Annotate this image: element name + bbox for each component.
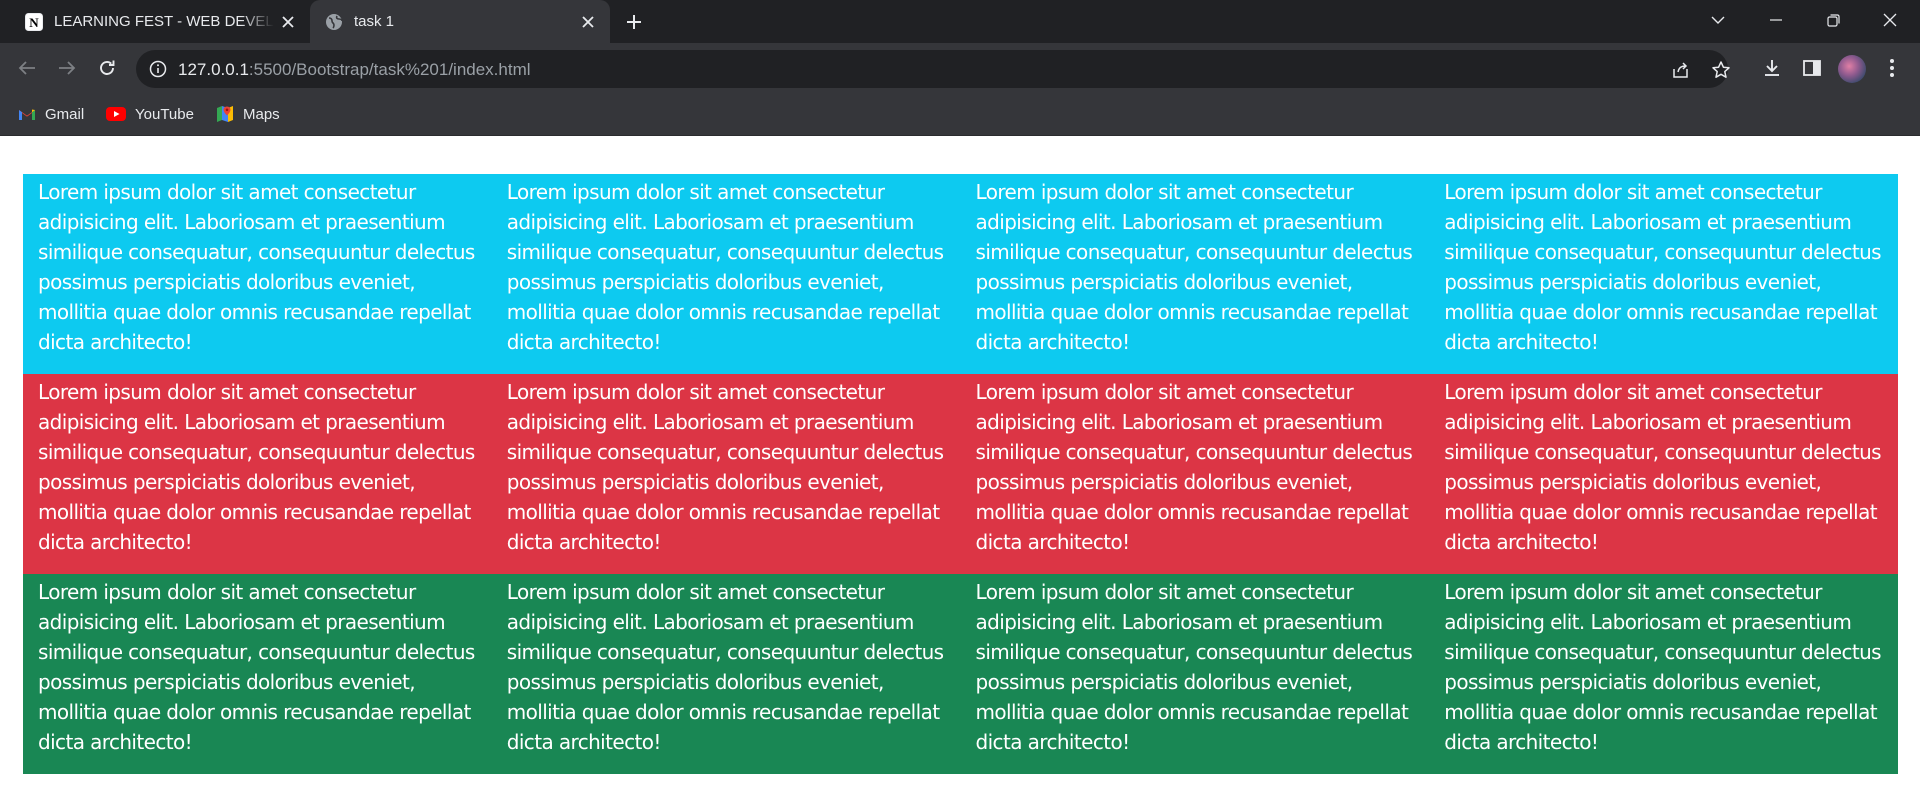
bookmarks-bar: Gmail YouTube Maps <box>0 93 1920 136</box>
bookmark-gmail[interactable]: Gmail <box>18 103 84 125</box>
notion-icon: N <box>25 12 43 31</box>
profile-avatar[interactable] <box>1838 55 1866 83</box>
grid-column: Lorem ipsum dolor sit amet consectetur a… <box>38 180 475 354</box>
arrow-left-icon <box>18 61 35 75</box>
grid-row-red: Lorem ipsum dolor sit amet consectetur a… <box>23 374 1898 574</box>
close-tab-icon[interactable] <box>574 8 602 36</box>
gmail-icon <box>19 109 35 120</box>
bookmark-label: Gmail <box>45 105 85 123</box>
back-button[interactable] <box>11 52 43 84</box>
globe-icon <box>326 13 343 30</box>
bookmark-youtube[interactable]: YouTube <box>106 103 194 125</box>
bookmark-label: Maps <box>243 105 280 123</box>
tab-learning-fest[interactable]: N LEARNING FEST - WEB DEVELOPMENT <box>10 0 310 43</box>
maps-icon <box>217 106 233 122</box>
bookmark-maps[interactable]: Maps <box>216 103 280 125</box>
grid-column: Lorem ipsum dolor sit amet consectetur a… <box>38 580 475 754</box>
bookmark-label: YouTube <box>135 105 194 123</box>
reload-button[interactable] <box>91 52 123 84</box>
grid-column: Lorem ipsum dolor sit amet consectetur a… <box>506 180 944 354</box>
arrow-right-icon <box>59 61 76 75</box>
grid-row-cyan: Lorem ipsum dolor sit amet consectetur a… <box>23 174 1898 374</box>
grid-column: Lorem ipsum dolor sit amet consectetur a… <box>975 380 1413 554</box>
minimize-button[interactable] <box>1748 0 1804 40</box>
address-bar[interactable]: 127.0.0.1:5500/Bootstrap/task%201/index.… <box>136 50 1730 88</box>
grid-column: Lorem ipsum dolor sit amet consectetur a… <box>1444 180 1881 354</box>
new-tab-button[interactable] <box>620 8 648 36</box>
tab-task-1[interactable]: task 1 <box>310 0 610 43</box>
restore-button[interactable] <box>1805 0 1861 40</box>
reload-icon <box>100 60 115 75</box>
grid-column: Lorem ipsum dolor sit amet consectetur a… <box>506 580 944 754</box>
grid-column: Lorem ipsum dolor sit amet consectetur a… <box>1444 380 1881 554</box>
grid-column: Lorem ipsum dolor sit amet consectetur a… <box>975 580 1413 754</box>
toolbar: 127.0.0.1:5500/Bootstrap/task%201/index.… <box>0 43 1920 93</box>
url-path: :5500/Bootstrap/task%201/index.html <box>248 60 531 79</box>
minimize-icon <box>1770 19 1782 21</box>
tab-strip: N LEARNING FEST - WEB DEVELOPMENT task 1 <box>0 0 1920 43</box>
restore-icon <box>1826 13 1840 27</box>
url-text[interactable]: 127.0.0.1:5500/Bootstrap/task%201/index.… <box>178 60 531 80</box>
grid-column: Lorem ipsum dolor sit amet consectetur a… <box>506 380 944 554</box>
grid-row-green: Lorem ipsum dolor sit amet consectetur a… <box>23 574 1898 774</box>
tab-title: LEARNING FEST - WEB DEVELOPMENT <box>54 13 274 30</box>
grid-column: Lorem ipsum dolor sit amet consectetur a… <box>38 380 475 554</box>
plus-icon <box>627 15 641 29</box>
grid-column: Lorem ipsum dolor sit amet consectetur a… <box>1444 580 1881 754</box>
menu-kebab-icon[interactable] <box>1880 56 1904 80</box>
page-viewport: Lorem ipsum dolor sit amet consectetur a… <box>0 136 1920 810</box>
chevron-down-icon <box>1711 16 1725 24</box>
tab-search-button[interactable] <box>1690 0 1746 40</box>
close-icon <box>1883 13 1897 27</box>
youtube-icon <box>106 107 126 121</box>
grid-column: Lorem ipsum dolor sit amet consectetur a… <box>975 180 1413 354</box>
svg-text:N: N <box>29 15 39 30</box>
download-icon[interactable] <box>1760 56 1784 80</box>
info-icon[interactable] <box>148 59 168 79</box>
side-panel-icon[interactable] <box>1800 56 1824 80</box>
forward-button[interactable] <box>51 52 83 84</box>
tab-title: task 1 <box>354 13 395 30</box>
close-tab-icon[interactable] <box>274 8 302 36</box>
close-window-button[interactable] <box>1862 0 1918 40</box>
share-icon[interactable] <box>1670 59 1692 81</box>
bookmark-star-icon[interactable] <box>1710 59 1732 81</box>
url-host: 127.0.0.1 <box>178 60 249 79</box>
